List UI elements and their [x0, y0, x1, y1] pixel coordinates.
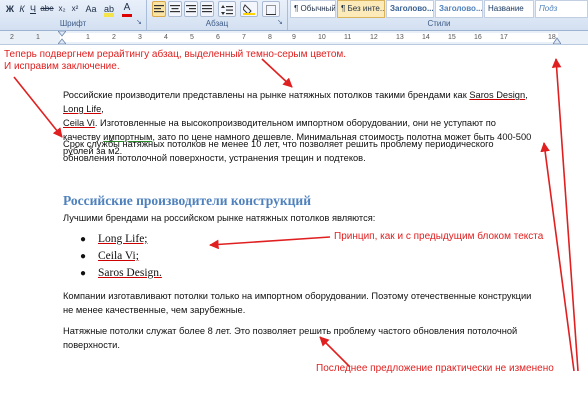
arrow-to-list [209, 236, 331, 250]
right-indent-marker-icon[interactable] [553, 37, 561, 44]
styles-group-label: Стили [427, 19, 451, 28]
style-title[interactable]: Название [484, 0, 534, 18]
ruler-tick: 3 [138, 34, 142, 41]
justify-button[interactable] [200, 1, 214, 17]
ruler-tick: 6 [216, 34, 220, 41]
bold-button[interactable]: Ж [4, 1, 16, 17]
annotation-top: Теперь подвергнем рерайтингу абзац, выде… [4, 49, 404, 73]
style-normal[interactable]: ¶ Обычный [290, 0, 336, 18]
annotation-bottom: Последнее предложение практически не изм… [316, 363, 554, 374]
line-spacing-icon[interactable] [218, 1, 236, 17]
align-center-button[interactable] [168, 1, 182, 17]
ribbon: Ж К Ч abe x₂ x² Aa ab A Шрифт ↘ Абзац ↘ … [0, 0, 588, 31]
intro-line[interactable]: Лучшими брендами на российском рынке нат… [63, 211, 533, 225]
arrow-to-para2-right [540, 142, 575, 372]
ruler-tick: 15 [448, 34, 456, 41]
ruler-tick: 14 [422, 34, 430, 41]
paragraph-4[interactable]: Натяжные потолки служат более 8 лет. Это… [63, 324, 533, 352]
bullet-icon: ● [80, 268, 87, 279]
italic-button[interactable]: К [17, 1, 27, 17]
bullet-icon: ● [80, 234, 87, 245]
align-right-button[interactable] [184, 1, 198, 17]
paragraph-2[interactable]: Срок службы натяжных потолков не менее 1… [63, 137, 533, 165]
style-heading-2[interactable]: Заголово... [435, 0, 483, 18]
arrow-to-para1-right [551, 58, 579, 372]
borders-icon[interactable] [262, 1, 280, 17]
shading-icon[interactable] [240, 1, 258, 17]
ruler-tick: 5 [190, 34, 194, 41]
underline-button[interactable]: Ч [28, 1, 38, 17]
ruler-tick: 8 [268, 34, 272, 41]
annotation-line-1: Теперь подвергнем рерайтингу абзац, выде… [4, 49, 347, 60]
brand-saros: Saros Design [469, 90, 526, 100]
style-heading-1[interactable]: Заголово... [386, 0, 434, 18]
font-dialog-launcher-icon[interactable]: ↘ [136, 19, 144, 27]
brand-ceila: Ceila Vi [63, 118, 95, 128]
ruler-tick: 1 [86, 34, 90, 41]
paragraph-group-label: Абзац [205, 19, 229, 28]
ruler-tick: 17 [500, 34, 508, 41]
font-color-button[interactable]: A [122, 1, 132, 17]
superscript-button[interactable]: x² [69, 1, 81, 17]
paragraph-3[interactable]: Компании изготавливают потолки только на… [63, 289, 533, 317]
ruler-text-area [60, 33, 558, 42]
document-page[interactable]: Теперь подвергнем рерайтингу абзац, выде… [0, 45, 588, 403]
annotation-middle: Принцип, как и с предыдущим блоком текст… [334, 231, 544, 242]
ruler-tick: 10 [318, 34, 326, 41]
horizontal-ruler[interactable]: 2 1 1 2 3 4 5 6 7 8 9 10 11 12 13 14 15 … [0, 31, 588, 45]
font-group-label: Шрифт [59, 19, 87, 28]
ruler-tick: 2 [10, 34, 14, 41]
style-subtitle[interactable]: Подз [535, 0, 588, 18]
ruler-tick: 7 [242, 34, 246, 41]
style-no-spacing[interactable]: ¶ Без инте... [337, 0, 385, 18]
ruler-tick: 12 [370, 34, 378, 41]
subscript-button[interactable]: x₂ [56, 1, 68, 17]
paragraph-dialog-launcher-icon[interactable]: ↘ [277, 19, 285, 27]
ruler-tick: 9 [292, 34, 296, 41]
bullet-icon: ● [80, 251, 87, 262]
strikethrough-button[interactable]: abe [40, 1, 54, 17]
section-heading[interactable]: Российские производители конструкций [63, 193, 311, 209]
ruler-tick: 1 [36, 34, 40, 41]
brand-longlife: Long Life [63, 104, 102, 114]
arrow-to-para2 [13, 76, 63, 138]
ruler-tick: 2 [112, 34, 116, 41]
group-separator [287, 0, 288, 30]
ruler-tick: 4 [164, 34, 168, 41]
align-left-button[interactable] [152, 1, 166, 17]
ruler-tick: 16 [474, 34, 482, 41]
annotation-line-2: И исправим заключение. [4, 61, 120, 72]
highlight-icon[interactable]: ab [104, 1, 114, 17]
indent-marker-icon[interactable] [58, 31, 66, 44]
ruler-tick: 11 [344, 34, 352, 41]
change-case-button[interactable]: Aa [84, 1, 98, 17]
ruler-tick: 13 [396, 34, 404, 41]
